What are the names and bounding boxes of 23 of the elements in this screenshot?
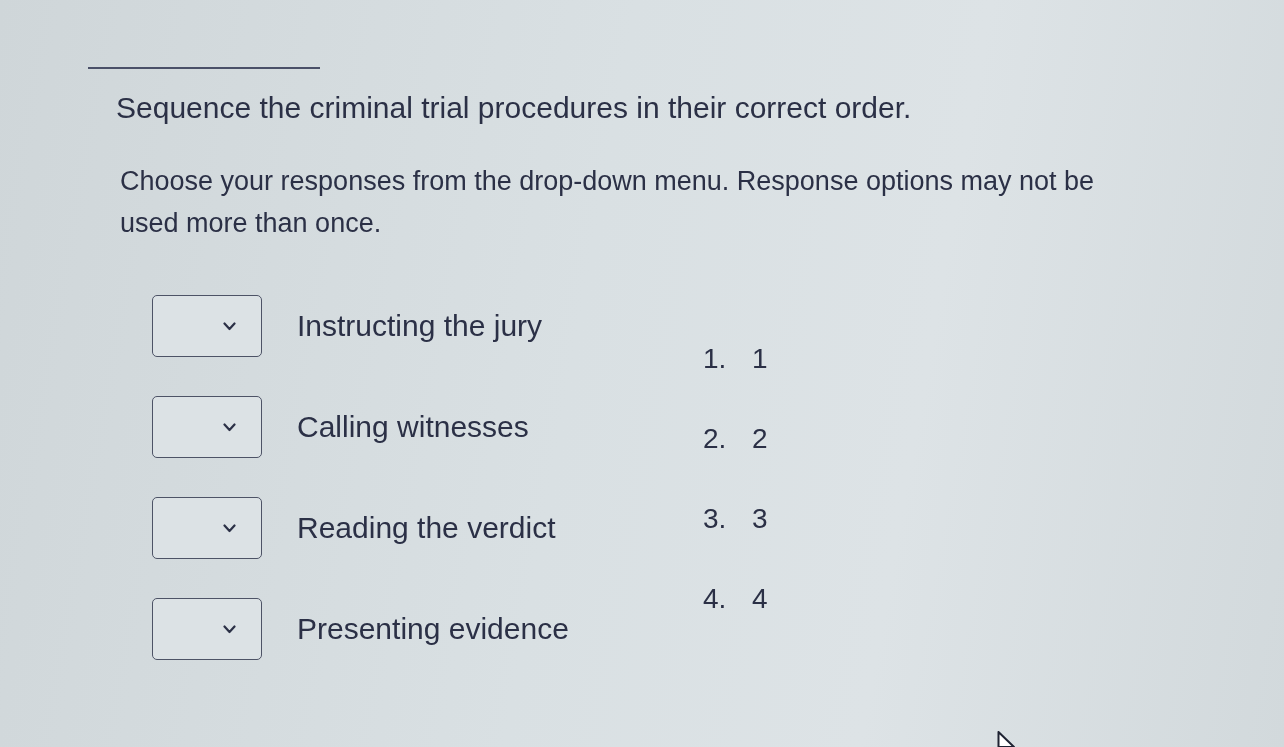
option-text: 1 [752, 343, 768, 375]
option-text: 2 [752, 423, 768, 455]
chevron-down-icon [223, 321, 236, 331]
option-number: 2. [703, 423, 728, 455]
chevron-down-icon [223, 523, 236, 533]
procedure-label: Instructing the jury [297, 308, 543, 344]
instructions-text: Choose your responses from the drop-down menu. Response options may not be used more than once. [120, 165, 1096, 240]
chevron-down-icon [223, 422, 236, 432]
question-title: Sequence the criminal trial procedures in their correct order. [116, 91, 913, 125]
chevron-down-icon [223, 624, 236, 634]
procedure-label: Presenting evidence [297, 611, 569, 647]
option-text: 3 [752, 503, 768, 535]
option-text: 4 [752, 583, 768, 615]
dropdown-select[interactable] [152, 598, 262, 660]
dropdown-select[interactable] [152, 396, 262, 458]
procedure-label: Calling witnesses [297, 409, 529, 445]
procedure-label: Reading the verdict [297, 510, 556, 546]
dropdown-select[interactable] [152, 497, 262, 559]
option-number: 3. [703, 503, 728, 535]
option-number: 4. [703, 583, 728, 615]
option-number: 1. [703, 343, 728, 375]
cursor-icon [997, 731, 1015, 747]
dropdown-select[interactable] [152, 295, 262, 357]
